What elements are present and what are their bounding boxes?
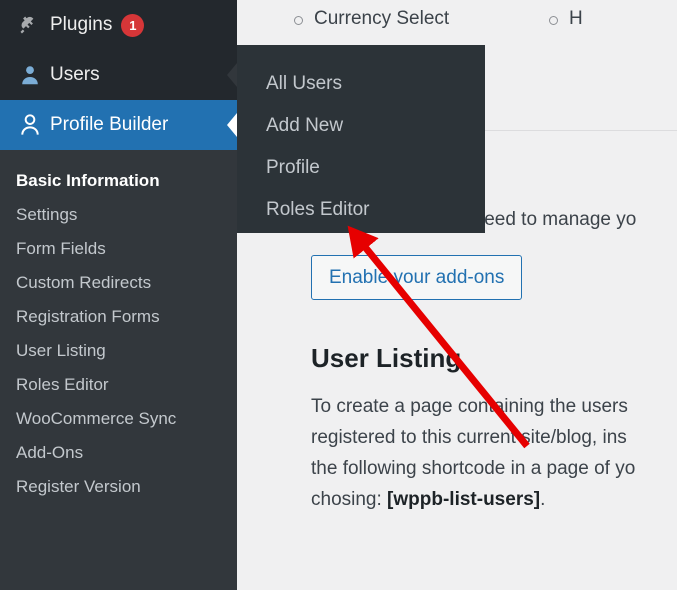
users-flyout-menu: All Users Add New Profile Roles Editor bbox=[237, 45, 485, 233]
sidebar-item-profile-builder[interactable]: Profile Builder bbox=[0, 100, 237, 150]
submenu-item-add-ons[interactable]: Add-Ons bbox=[0, 436, 237, 470]
flyout-item-all-users[interactable]: All Users bbox=[237, 63, 485, 105]
field-item-currency-select[interactable]: Currency Select bbox=[292, 0, 537, 38]
user-listing-shortcode: [wppb-list-users] bbox=[387, 489, 541, 510]
submenu-item-settings[interactable]: Settings bbox=[0, 198, 237, 232]
plugin-icon bbox=[10, 12, 50, 38]
submenu-item-roles-editor[interactable]: Roles Editor bbox=[0, 368, 237, 402]
plugins-update-badge: 1 bbox=[121, 13, 145, 37]
sidebar-item-plugins[interactable]: Plugins 1 bbox=[0, 0, 237, 50]
shortcode-suffix: . bbox=[540, 489, 546, 510]
person-icon bbox=[10, 111, 50, 139]
profile-builder-submenu: Basic Information Settings Form Fields C… bbox=[0, 150, 237, 504]
user-listing-text-line2: registered to this current site/blog, in… bbox=[311, 427, 627, 448]
submenu-item-woocommerce-sync[interactable]: WooCommerce Sync bbox=[0, 402, 237, 436]
field-type-column-right: H bbox=[537, 0, 583, 76]
shortcode-prefix: chosing: bbox=[311, 489, 388, 510]
submenu-item-user-listing[interactable]: User Listing bbox=[0, 334, 237, 368]
flyout-pointer-users bbox=[227, 63, 237, 87]
users-icon bbox=[10, 62, 50, 88]
submenu-item-registration-forms[interactable]: Registration Forms bbox=[0, 300, 237, 334]
user-listing-heading: User Listing bbox=[311, 343, 462, 373]
sidebar-item-label: Profile Builder bbox=[50, 114, 169, 135]
submenu-item-basic-information[interactable]: Basic Information bbox=[0, 164, 237, 198]
flyout-pointer-profile-builder bbox=[227, 113, 237, 137]
user-listing-text-line3: the following shortcode in a page of yo bbox=[311, 458, 636, 479]
flyout-item-roles-editor[interactable]: Roles Editor bbox=[237, 189, 485, 231]
submenu-item-form-fields[interactable]: Form Fields bbox=[0, 232, 237, 266]
sidebar-item-label: Plugins bbox=[50, 14, 113, 35]
user-listing-text-line4: chosing: [wppb-list-users]. bbox=[311, 484, 677, 515]
sidebar-item-label: Users bbox=[50, 64, 100, 85]
admin-sidebar: Plugins 1 Users Profile Builder Basic In… bbox=[0, 0, 237, 590]
enable-add-ons-button[interactable]: Enable your add-ons bbox=[311, 255, 523, 300]
submenu-item-register-version[interactable]: Register Version bbox=[0, 470, 237, 504]
field-item-clipped[interactable]: H bbox=[547, 0, 583, 38]
flyout-item-profile[interactable]: Profile bbox=[237, 147, 485, 189]
flyout-item-add-new[interactable]: Add New bbox=[237, 105, 485, 147]
submenu-item-custom-redirects[interactable]: Custom Redirects bbox=[0, 266, 237, 300]
sidebar-item-users[interactable]: Users bbox=[0, 50, 237, 100]
user-listing-text-line1: To create a page containing the users bbox=[311, 396, 628, 417]
